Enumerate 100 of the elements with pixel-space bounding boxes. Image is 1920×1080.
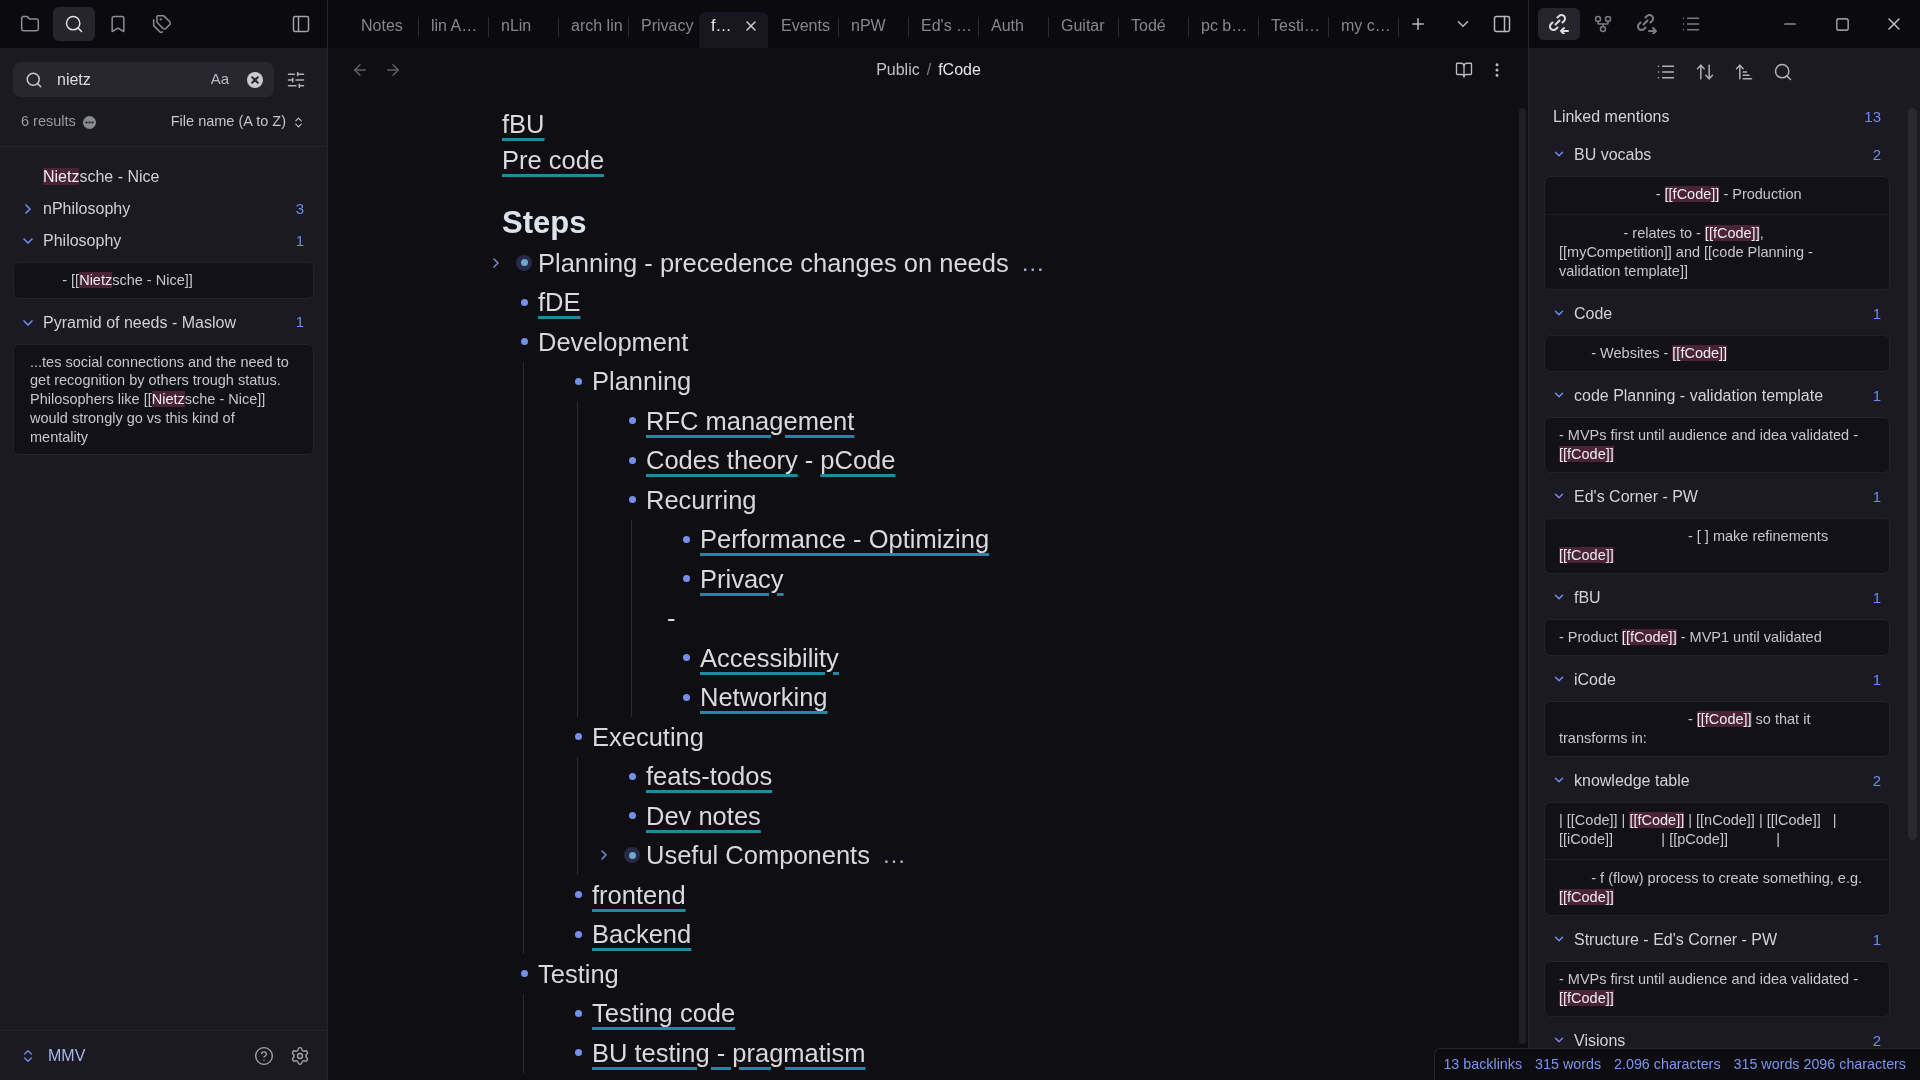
snippet-text[interactable]: ...tes social connections and the need to get recognition by others trough status. Philosophers like [[Nietzsche - Nice]] would strongly go vs this kind of mentality bbox=[14, 344, 313, 455]
result-title[interactable]: Philosophy bbox=[43, 229, 122, 253]
note-link[interactable]: Backend bbox=[592, 918, 692, 951]
back-icon[interactable] bbox=[351, 61, 369, 79]
tab[interactable]: nLin bbox=[489, 12, 558, 48]
fold-marker[interactable]: … bbox=[1020, 246, 1045, 279]
bullet-icon[interactable] bbox=[520, 298, 528, 306]
tab[interactable]: nPW bbox=[839, 12, 908, 48]
tab[interactable]: Todé bbox=[1119, 12, 1188, 48]
sidebar-tab[interactable] bbox=[53, 7, 95, 41]
snippet-text[interactable]: - [ ] make refinements [[fCode]] bbox=[1545, 519, 1889, 573]
tab[interactable]: pc b… bbox=[1189, 12, 1258, 48]
bullet-icon[interactable] bbox=[574, 377, 582, 385]
bullet-icon[interactable] bbox=[520, 970, 528, 978]
bullet-icon[interactable] bbox=[682, 575, 690, 583]
group-title[interactable]: Structure - Ed's Corner - PW bbox=[1574, 930, 1778, 948]
bullet-icon[interactable] bbox=[520, 338, 528, 346]
note-link[interactable]: Networking bbox=[700, 681, 828, 714]
tab[interactable]: Auth bbox=[979, 12, 1048, 48]
group-title[interactable]: Ed's Corner - PW bbox=[1574, 487, 1698, 505]
bullet-icon[interactable] bbox=[628, 772, 636, 780]
snippet-text[interactable]: - relates to - [[fCode]], [[myCompetition]] and [[code Planning - validation template]] bbox=[1545, 216, 1889, 289]
match-case-button[interactable]: Aa bbox=[210, 68, 229, 91]
maximize-icon[interactable] bbox=[1834, 16, 1850, 32]
panel-tab[interactable] bbox=[1538, 8, 1580, 40]
snippet-text[interactable]: - [[fCode]] - Production bbox=[1545, 177, 1889, 212]
ellipsis-icon[interactable] bbox=[82, 115, 96, 129]
note-link[interactable]: Dev notes bbox=[646, 799, 761, 832]
group-title[interactable]: knowledge table bbox=[1574, 771, 1690, 789]
result-title[interactable]: nPhilosophy bbox=[43, 197, 131, 221]
bullet-icon[interactable] bbox=[574, 1009, 582, 1017]
sidebar-toggle-icon[interactable] bbox=[291, 14, 311, 34]
fold-marker[interactable]: … bbox=[881, 839, 906, 872]
new-tab-icon[interactable] bbox=[1409, 15, 1427, 33]
forward-icon[interactable] bbox=[384, 61, 402, 79]
note-link[interactable]: frontend bbox=[592, 878, 686, 911]
tab[interactable]: Notes bbox=[349, 12, 418, 48]
snippet-text[interactable]: - Websites - [[fCode]] bbox=[1545, 336, 1889, 371]
result-title[interactable]: Nietzsche - Nice bbox=[43, 165, 160, 189]
search-icon[interactable] bbox=[1773, 62, 1793, 82]
tab[interactable]: arch lin bbox=[559, 12, 628, 48]
bullet-icon[interactable] bbox=[682, 535, 690, 543]
note-link[interactable]: fBU bbox=[502, 106, 545, 142]
note-link[interactable]: Accessibility bbox=[700, 641, 839, 674]
tab[interactable]: Guitar bbox=[1049, 12, 1118, 48]
group-title[interactable]: BU vocabs bbox=[1574, 145, 1652, 163]
up-down-arrows-icon[interactable] bbox=[1695, 62, 1715, 82]
filter-icon[interactable] bbox=[286, 69, 306, 90]
snippet-text[interactable]: - f (flow) process to create something, e.g. [[fCode]] bbox=[1545, 861, 1889, 915]
tab[interactable]: lin A… bbox=[419, 12, 488, 48]
sort-icon[interactable] bbox=[1734, 62, 1754, 82]
snippet-text[interactable]: | [[Code]] | [[fCode]] | [[nCode]] | [[lCode]] | [[iCode]] | [[pCode]] | bbox=[1545, 803, 1889, 857]
bullet-icon[interactable] bbox=[624, 847, 640, 864]
bullet-icon[interactable] bbox=[574, 1049, 582, 1057]
tab[interactable]: Ed's … bbox=[909, 12, 978, 48]
settings-icon[interactable] bbox=[290, 1045, 310, 1066]
result-title[interactable]: Pyramid of needs - Maslow bbox=[43, 310, 236, 335]
bullet-icon[interactable] bbox=[628, 812, 636, 820]
tab[interactable]: Events bbox=[769, 12, 838, 48]
group-title[interactable]: Code bbox=[1574, 304, 1613, 322]
vault-name[interactable]: MMV bbox=[48, 1043, 86, 1068]
bullet-icon[interactable] bbox=[628, 417, 636, 425]
note-link[interactable]: fDE bbox=[538, 286, 581, 319]
group-title[interactable]: Visions bbox=[1574, 1031, 1626, 1049]
tab[interactable]: Testi… bbox=[1259, 12, 1328, 48]
snippet-text[interactable]: - [[Nietzsche - Nice]] bbox=[14, 263, 313, 298]
bullet-icon[interactable] bbox=[516, 254, 532, 271]
note-link[interactable]: pCode bbox=[820, 444, 896, 477]
group-title[interactable]: iCode bbox=[1574, 670, 1616, 688]
note-link[interactable]: Pre code bbox=[502, 142, 605, 178]
reading-view-icon[interactable] bbox=[1455, 61, 1473, 79]
tab[interactable]: f… bbox=[699, 12, 768, 48]
snippet-text[interactable]: - Product [[fCode]] - MVP1 until validated bbox=[1545, 620, 1889, 655]
bullet-icon[interactable] bbox=[682, 693, 690, 701]
tab[interactable]: my c… bbox=[1329, 12, 1398, 48]
snippet-text[interactable]: - MVPs first until audience and idea validated - [[fCode]] bbox=[1545, 962, 1889, 1016]
note-link[interactable]: BU testing - pragmatism bbox=[592, 1036, 866, 1069]
breadcrumb-folder[interactable]: Public bbox=[876, 58, 920, 82]
sort-button[interactable]: File name (A to Z) bbox=[170, 111, 305, 133]
note-link[interactable]: feats-todos bbox=[646, 760, 773, 793]
note-link[interactable]: RFC management bbox=[646, 404, 855, 437]
note-link[interactable]: Codes theory bbox=[646, 444, 798, 477]
note-link[interactable]: Performance - Optimizing bbox=[700, 523, 990, 556]
list-icon[interactable] bbox=[1656, 62, 1676, 82]
bullet-icon[interactable] bbox=[574, 930, 582, 938]
group-title[interactable]: code Planning - validation template bbox=[1574, 386, 1824, 404]
bullet-icon[interactable] bbox=[628, 496, 636, 504]
tab[interactable]: Privacy bbox=[629, 12, 698, 48]
bullet-icon[interactable] bbox=[682, 654, 690, 662]
bullet-icon[interactable] bbox=[574, 891, 582, 899]
snippet-text[interactable]: - [[fCode]] so that it transforms in: bbox=[1545, 702, 1889, 756]
note-link[interactable]: Privacy bbox=[700, 562, 784, 595]
search-field[interactable]: nietz Aa bbox=[13, 62, 274, 97]
note-link[interactable]: Testing code bbox=[592, 997, 736, 1030]
help-icon[interactable] bbox=[254, 1045, 274, 1066]
group-title[interactable]: fBU bbox=[1574, 588, 1601, 606]
snippet-text[interactable]: - MVPs first until audience and idea validated - [[fCode]] bbox=[1545, 418, 1889, 472]
clear-icon[interactable] bbox=[247, 71, 263, 88]
right-sidebar-toggle-icon[interactable] bbox=[1492, 14, 1512, 34]
bullet-icon[interactable] bbox=[574, 733, 582, 741]
